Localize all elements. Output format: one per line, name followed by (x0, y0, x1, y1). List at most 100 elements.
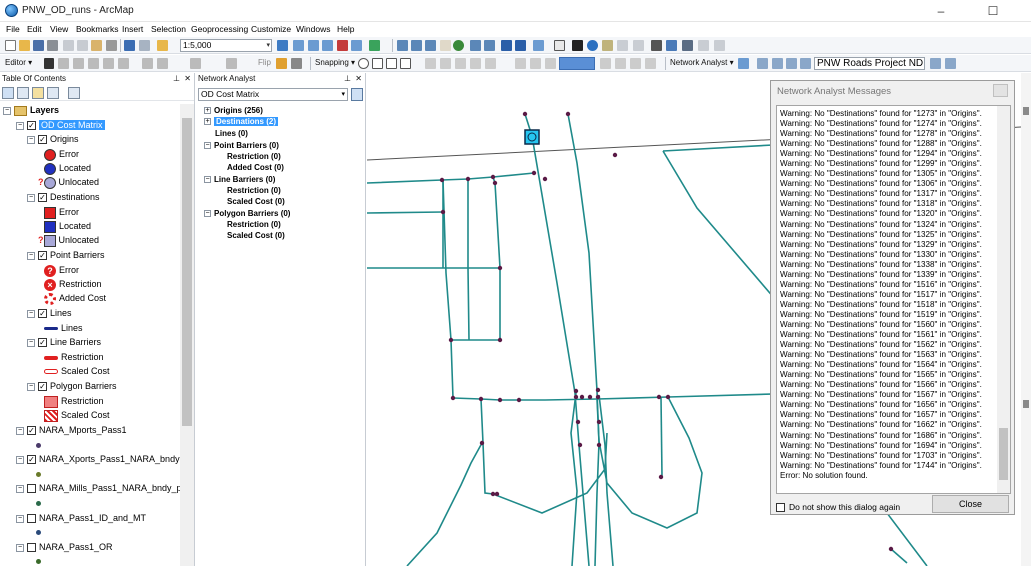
toc-row-origins[interactable]: − ✓ Origins (27, 133, 79, 146)
collapse-icon[interactable]: − (27, 193, 35, 202)
layout-zoom-out-icon[interactable] (455, 58, 466, 69)
edit-annotation-icon[interactable] (58, 58, 69, 69)
build-network-icon[interactable] (930, 58, 941, 69)
visibility-checkbox[interactable]: ✓ (27, 121, 36, 131)
point-snapping-icon[interactable] (358, 58, 369, 69)
collapse-icon[interactable]: − (27, 382, 35, 391)
visibility-checkbox[interactable]: ✓ (38, 382, 47, 392)
layout-forward-icon[interactable] (545, 58, 556, 69)
toc-row-lines[interactable]: − ✓ Lines (27, 307, 72, 320)
edge-snapping-icon[interactable] (400, 58, 411, 69)
zoom-100-icon[interactable] (515, 58, 526, 69)
create-features-icon[interactable] (276, 58, 287, 69)
toc-row-od-cost-matrix[interactable]: − ✓ OD Cost Matrix (16, 119, 105, 132)
na-subclass-restriction[interactable]: Restriction (0) (227, 185, 281, 196)
messages-scrollbar[interactable] (997, 106, 1010, 493)
collapse-icon[interactable]: − (16, 121, 24, 130)
menu-file[interactable]: File (6, 24, 20, 34)
network-dataset-combo[interactable]: PNW Roads Project ND (814, 57, 925, 70)
checkbox-box[interactable] (776, 503, 785, 513)
layout-zoom-in-icon[interactable] (440, 58, 451, 69)
toc-row-nara-xports[interactable]: − ✓ NARA_Xports_Pass1_NARA_bndy (16, 453, 180, 466)
visibility-checkbox[interactable]: ✓ (38, 309, 47, 319)
data-driven-pages-icon[interactable] (645, 58, 656, 69)
na-subclass-added-cost[interactable]: Added Cost (0) (227, 162, 284, 173)
menu-selection[interactable]: Selection (151, 24, 186, 34)
add-data-icon[interactable] (157, 40, 168, 51)
menu-geoprocessing[interactable]: Geoprocessing (191, 24, 248, 34)
toc-row-nara-pass1-id-mt[interactable]: − NARA_Pass1_ID_and_MT (16, 512, 146, 525)
toc-row-line-barriers[interactable]: − ✓ Line Barriers (27, 336, 101, 349)
viewer-window-icon[interactable] (714, 40, 725, 51)
pan-icon[interactable] (440, 40, 451, 51)
end-snapping-icon[interactable] (372, 58, 383, 69)
create-network-location-icon[interactable] (757, 58, 768, 69)
vertex-snapping-icon[interactable] (386, 58, 397, 69)
menu-bookmarks[interactable]: Bookmarks (76, 24, 119, 34)
na-class-point-barriers[interactable]: − Point Barriers (0) (204, 140, 279, 151)
scroll-thumb[interactable] (999, 428, 1008, 480)
pin-icon[interactable]: ⊥ (173, 73, 180, 85)
na-class-line-barriers[interactable]: − Line Barriers (0) (204, 174, 275, 185)
python-window-icon[interactable] (351, 40, 362, 51)
directions-icon[interactable] (800, 58, 811, 69)
layout-pan-icon[interactable] (470, 58, 481, 69)
na-subclass-scaled-cost[interactable]: Scaled Cost (0) (227, 230, 285, 241)
list-by-source-icon[interactable] (17, 87, 29, 99)
rotate-icon[interactable] (190, 58, 201, 69)
toc-row-nara-pass1-or[interactable]: − NARA_Pass1_OR (16, 541, 113, 554)
collapse-icon[interactable]: − (204, 142, 211, 150)
collapse-icon[interactable]: − (27, 309, 35, 318)
na-class-polygon-barriers[interactable]: − Polygon Barriers (0) (204, 208, 290, 219)
list-by-selection-icon[interactable] (47, 87, 59, 99)
list-by-visibility-icon[interactable] (32, 87, 44, 99)
trace-icon[interactable] (88, 58, 99, 69)
topology-icon[interactable] (226, 58, 237, 69)
cut-icon[interactable] (63, 40, 74, 51)
select-elements-icon[interactable] (572, 40, 583, 51)
open-folder-icon[interactable] (19, 40, 30, 51)
list-by-drawing-order-icon[interactable] (2, 87, 14, 99)
toc-row-destinations[interactable]: − ✓ Destinations (27, 191, 100, 204)
model-builder-icon[interactable] (369, 40, 380, 51)
map-scale-combo[interactable]: 1:5,000 ▾ (180, 39, 272, 52)
change-layout-icon[interactable] (630, 58, 641, 69)
point-tool-icon[interactable] (103, 58, 114, 69)
paste-icon[interactable] (91, 40, 102, 51)
menu-edit[interactable]: Edit (27, 24, 42, 34)
toc-options-icon[interactable] (68, 87, 80, 99)
measure-icon[interactable] (633, 40, 644, 51)
collapse-icon[interactable]: − (3, 106, 11, 115)
visibility-checkbox[interactable]: ✓ (38, 135, 47, 145)
na-class-origins[interactable]: + Origins (256) (204, 105, 263, 116)
html-popup-icon[interactable] (602, 40, 613, 51)
toc-scrollbar[interactable] (180, 104, 194, 566)
visibility-checkbox[interactable]: ✓ (38, 338, 47, 348)
collapse-icon[interactable]: − (16, 484, 24, 493)
collapse-icon[interactable]: − (16, 426, 24, 435)
fixed-zoom-in-icon[interactable] (425, 40, 436, 51)
forward-extent-icon[interactable] (515, 40, 526, 51)
collapse-icon[interactable]: − (27, 338, 35, 347)
collapse-icon[interactable]: − (16, 455, 24, 464)
menu-insert[interactable]: Insert (122, 24, 143, 34)
arctoolbox-icon[interactable] (337, 40, 348, 51)
toc-row-point-barriers[interactable]: − ✓ Point Barriers (27, 249, 105, 262)
select-features-icon[interactable] (533, 40, 544, 51)
dialog-close-icon[interactable] (993, 84, 1008, 97)
layer-properties-icon[interactable] (351, 88, 363, 101)
na-subclass-scaled-cost[interactable]: Scaled Cost (0) (227, 196, 285, 207)
find-icon[interactable] (651, 40, 662, 51)
close-icon[interactable]: ✕ (184, 73, 191, 85)
wrench-icon[interactable] (291, 58, 302, 69)
collapse-icon[interactable]: − (27, 251, 35, 260)
menu-customize[interactable]: Customize (251, 24, 291, 34)
na-class-destinations[interactable]: + Destinations (2) (204, 116, 279, 127)
fixed-zoom-out-icon[interactable] (470, 40, 481, 51)
toc-row-nara-mports[interactable]: − ✓ NARA_Mports_Pass1 (16, 424, 127, 437)
na-class-lines[interactable]: Lines (0) (215, 128, 248, 139)
georef-icon[interactable] (425, 58, 436, 69)
sketch-properties-icon[interactable] (157, 58, 168, 69)
identify-icon[interactable] (587, 40, 598, 51)
toc-window-icon[interactable] (293, 40, 304, 51)
